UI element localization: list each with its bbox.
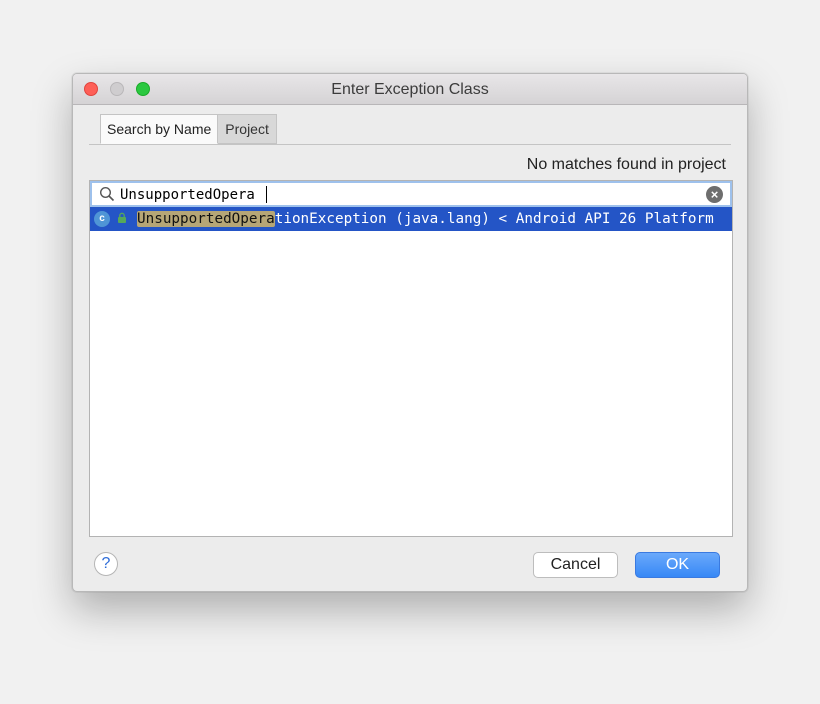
list-item[interactable]: c UnsupportedOperationException (java.la…	[90, 207, 732, 231]
tab-search-by-name[interactable]: Search by Name	[100, 114, 219, 144]
tab-divider	[89, 144, 731, 145]
match-highlight: UnsupportedOpera	[137, 211, 275, 227]
help-icon: ?	[101, 555, 111, 572]
result-class-rest: tionException (java.lang)	[274, 211, 490, 227]
title-bar: Enter Exception Class	[73, 74, 747, 105]
help-button[interactable]: ?	[94, 552, 118, 576]
cancel-button[interactable]: Cancel	[533, 552, 618, 578]
search-icon	[99, 186, 115, 202]
result-location: < Android API 26 Platform	[498, 211, 714, 227]
result-label: UnsupportedOperationException (java.lang…	[137, 209, 714, 229]
window-title: Enter Exception Class	[331, 81, 489, 98]
text-caret	[266, 186, 267, 203]
tab-bar: Search by Name Project	[100, 114, 277, 144]
class-icon: c	[94, 211, 110, 227]
ok-button[interactable]: OK	[635, 552, 720, 578]
tab-project[interactable]: Project	[218, 114, 277, 144]
clear-icon[interactable]: ×	[706, 186, 723, 203]
exception-class-dialog: Enter Exception Class Search by Name Pro…	[72, 73, 748, 592]
search-input[interactable]	[120, 185, 680, 205]
lock-icon	[118, 212, 126, 223]
results-list[interactable]: × c UnsupportedOperationException (java.…	[89, 180, 733, 537]
status-message: No matches found in project	[526, 156, 726, 173]
search-field[interactable]: ×	[90, 181, 732, 207]
